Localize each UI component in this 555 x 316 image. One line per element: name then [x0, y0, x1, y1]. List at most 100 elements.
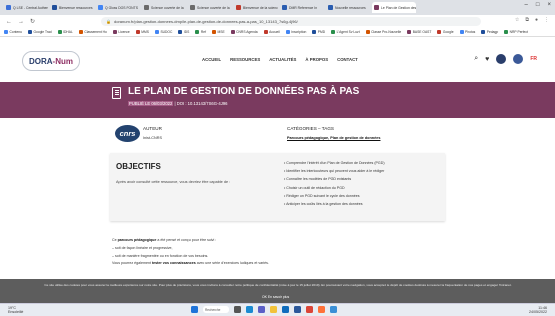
bookmark-item[interactable]: IDS — [178, 30, 189, 34]
page-title: LE PLAN DE GESTION DE DONNÉES PAS À PAS — [128, 86, 360, 97]
parcours-line-1: Ce parcours pédagogique a été pensé et c… — [112, 238, 217, 242]
bookmark-item[interactable]: BASE OAST — [407, 30, 431, 34]
heart-icon[interactable]: ♥ — [485, 56, 489, 63]
tab-label: Nouvelle ressources — [335, 5, 366, 10]
outlook-icon[interactable] — [282, 306, 289, 313]
bookmark-item[interactable]: Accueil — [263, 30, 280, 34]
bookmark-item[interactable]: Classe Pro-Nouvelle — [365, 30, 401, 34]
extensions-icon[interactable]: ⧉ — [525, 17, 529, 23]
bookmark-favicon-icon — [263, 30, 268, 34]
bookmark-label: Google Trad — [33, 30, 52, 34]
browser-tab[interactable]: Nouvelle ressources — [326, 2, 370, 13]
star-icon[interactable]: ☆ — [515, 17, 519, 23]
objective-item: Connaître les modèles de PGD existants — [284, 175, 385, 183]
parcours-line-2: – soit de façon linéaire et progressive, — [112, 245, 173, 250]
browser-tab[interactable]: Science ouverte de la — [188, 2, 232, 13]
bookmark-label: SUDOC — [160, 30, 173, 34]
nav-item[interactable]: RESSOURCES — [230, 57, 260, 62]
bookmark-item[interactable]: Photos — [459, 30, 475, 34]
taskbar-search-input[interactable]: Recherche — [203, 306, 229, 313]
tab-label: Bienvenue ressources — [59, 5, 93, 10]
firefox-icon[interactable] — [318, 306, 325, 313]
bookmark-item[interactable]: NRP Perfect — [504, 30, 528, 34]
tab-label: Science ouverte de la — [151, 5, 184, 10]
back-icon[interactable]: ← — [6, 19, 12, 25]
minimize-button[interactable]: – — [525, 2, 528, 8]
bookmark-item[interactable]: Ref — [195, 30, 206, 34]
bookmark-label: PMD — [317, 30, 326, 34]
header-icons: ⌕ ♥ FR — [474, 54, 537, 64]
bookmark-item[interactable]: CNRS Agenda — [230, 30, 258, 34]
document-icon — [112, 87, 121, 99]
browser-tab[interactable]: Le Plan de Gestion des — [372, 2, 416, 13]
bookmark-item[interactable]: Classement Ho — [78, 30, 107, 34]
profile-icon[interactable]: ● — [535, 17, 538, 23]
maximize-button[interactable]: □ — [536, 2, 540, 8]
bookmark-favicon-icon — [331, 30, 336, 34]
bookmark-item[interactable]: MSE — [212, 30, 225, 34]
chrome-icon[interactable] — [306, 306, 313, 313]
address-bar[interactable]: 🔒 doranum.fr/plan-gestion-donnees-dmp/le… — [101, 17, 482, 26]
nav-item[interactable]: ACCUEIL — [202, 57, 221, 62]
browser-tab[interactable]: Science ouverte de la — [142, 2, 186, 13]
tester-connaissances-link[interactable]: tester vos connaissances — [152, 261, 196, 265]
bookmark-item[interactable]: Licence — [112, 30, 130, 34]
bookmark-item[interactable]: MMS — [135, 30, 149, 34]
doranum-logo[interactable]: DORA - Num — [22, 51, 80, 71]
bookmark-item[interactable]: Contenu — [4, 30, 22, 34]
explorer-icon[interactable] — [270, 306, 277, 313]
browser-tab[interactable]: Q Gloss DOS FONTS — [96, 2, 140, 13]
bookmark-favicon-icon — [212, 30, 217, 34]
reload-icon[interactable]: ↻ — [30, 18, 35, 25]
nav-item[interactable]: À PROPOS — [305, 57, 328, 62]
close-button[interactable]: × — [547, 2, 551, 8]
bookmark-label: MMS — [141, 30, 149, 34]
system-tray[interactable]: 11:46 24/05/2022 — [529, 306, 547, 315]
bookmark-favicon-icon — [481, 30, 486, 34]
objectives-title: OBJECTIFS — [116, 162, 161, 171]
bookmark-favicon-icon — [195, 30, 200, 34]
search-icon[interactable]: ⌕ — [474, 55, 478, 63]
browser-tab[interactable]: Bienvenue ressources — [50, 2, 94, 13]
tab-label: DMR Reference In — [289, 5, 318, 10]
browser-tab[interactable]: DMR Reference In — [280, 2, 324, 13]
bookmark-item[interactable]: Pedagp — [481, 30, 498, 34]
browser-tab[interactable]: Bienvenue de la science — [234, 2, 278, 13]
parcours-text: Ce parcours pédagogique a été pensé et c… — [112, 237, 269, 268]
menu-icon[interactable]: ⋮ — [544, 17, 549, 23]
bookmark-label: NRP Perfect — [509, 30, 528, 34]
bookmark-item[interactable]: L'Agent Sv Luzt — [331, 30, 360, 34]
cookie-accept-button[interactable]: OK En savoir plus — [262, 295, 289, 299]
bookmark-item[interactable]: Google — [437, 30, 454, 34]
word-icon[interactable] — [294, 306, 301, 313]
windows-icon[interactable] — [191, 306, 198, 313]
bookmark-item[interactable]: Google Trad — [27, 30, 52, 34]
store-icon[interactable] — [330, 306, 337, 313]
tab-favicon-icon — [98, 5, 103, 10]
bookmark-item[interactable]: Inscription — [285, 30, 306, 34]
bookmark-label: Licence — [118, 30, 130, 34]
bookmark-favicon-icon — [135, 30, 140, 34]
tab-list: Q LSE - Central Authent Bienvenue ressour… — [4, 2, 418, 13]
twitter-icon[interactable] — [496, 54, 507, 64]
category-links[interactable]: Parcours pédagogique, Plan de gestion de… — [287, 136, 380, 140]
bookmark-item[interactable]: PMD — [312, 30, 325, 34]
clock-date: 24/05/2022 — [529, 310, 547, 315]
task-view-icon[interactable] — [234, 306, 241, 313]
weather-widget[interactable]: 19°C Ensoleillé — [8, 306, 23, 315]
publication-date: PUBLIÉ LE 06/03/2022 — [128, 101, 174, 106]
bookmark-label: Classement Ho — [84, 30, 107, 34]
parcours-link[interactable]: parcours pédagogique — [118, 238, 157, 242]
facebook-icon[interactable] — [513, 54, 524, 64]
browser-tab[interactable]: Q LSE - Central Authent — [4, 2, 48, 13]
bookmark-item[interactable]: IDHAL — [57, 30, 73, 34]
bookmark-label: Accueil — [269, 30, 280, 34]
nav-item[interactable]: ACTUALITÉS — [269, 57, 296, 62]
teams-icon[interactable] — [258, 306, 265, 313]
edge-icon[interactable] — [246, 306, 253, 313]
forward-icon[interactable]: → — [18, 19, 24, 25]
bookmark-favicon-icon — [312, 30, 317, 34]
nav-item[interactable]: CONTACT — [337, 57, 358, 62]
language-flag-icon[interactable]: FR — [530, 56, 537, 62]
bookmark-item[interactable]: SUDOC — [154, 30, 173, 34]
